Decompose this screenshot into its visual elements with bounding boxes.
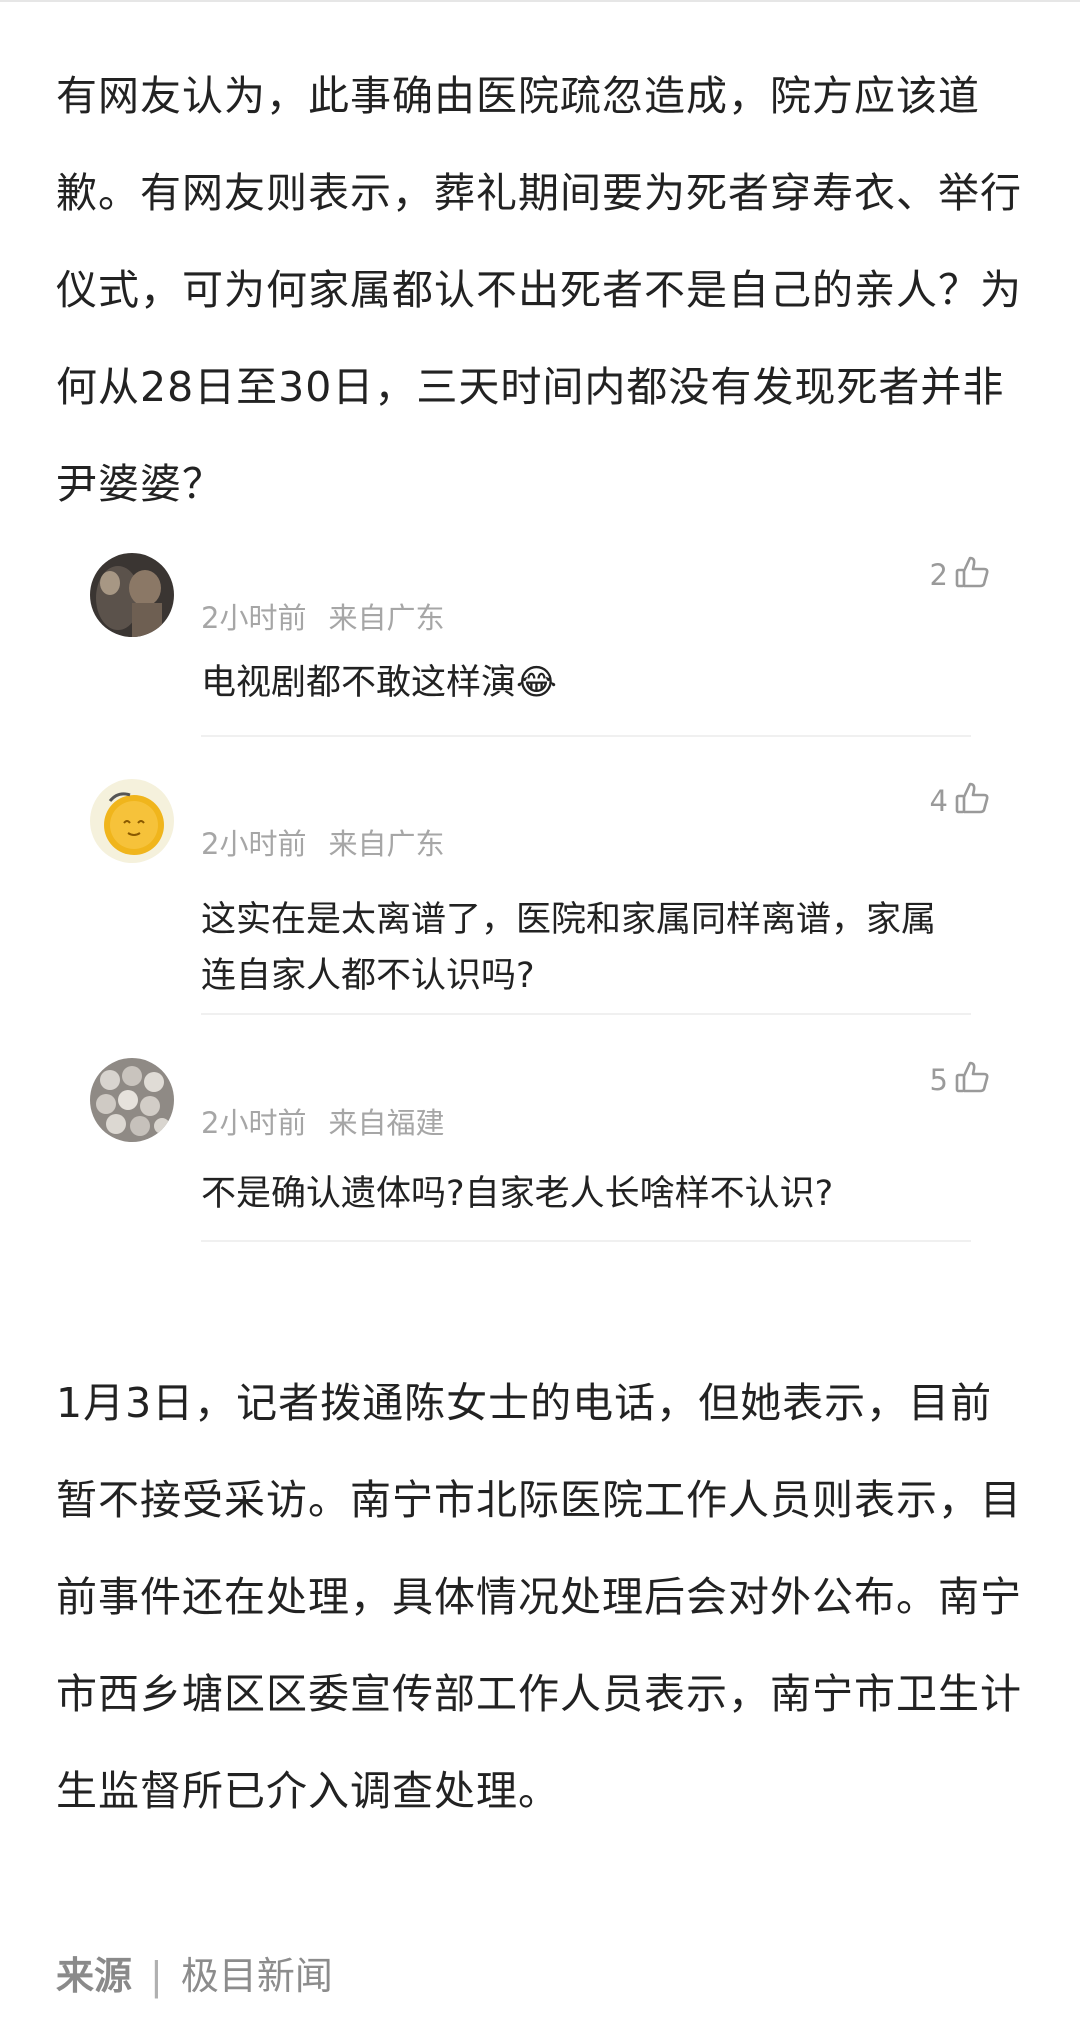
comment-text: 这实在是太离谱了，医院和家属同样离谱，家属连自家人都不认识吗? xyxy=(201,900,937,996)
comment-location: 来自广东 xyxy=(328,827,445,861)
comment-time: 2小时前 xyxy=(201,827,307,861)
comment-time: 2小时前 xyxy=(201,601,307,635)
comment-time: 2小时前 xyxy=(201,1106,307,1140)
source-value: 极目新闻 xyxy=(180,1954,333,1998)
like-button[interactable]: 2 xyxy=(930,553,990,597)
comment-divider xyxy=(201,735,971,737)
article-paragraph: 有网友认为，此事确由医院疏忽造成，院方应该道歉。有网友则表示，葬礼期间要为死者穿… xyxy=(56,72,1022,508)
comment-meta: 2小时前 来自广东 xyxy=(201,595,444,637)
article-source: 来源 | 极目新闻 xyxy=(56,1945,333,2000)
article-paragraph: 1月3日，记者拨通陈女士的电话，但她表示，目前暂不接受采访。南宁市北际医院工作人… xyxy=(56,1379,1022,1815)
comment-location: 来自广东 xyxy=(328,601,445,635)
like-button[interactable]: 4 xyxy=(930,779,990,823)
comment-text: 不是确认遗体吗?自家老人长啥样不认识? xyxy=(201,1174,834,1214)
commenter-avatar[interactable] xyxy=(90,1058,174,1142)
comment-divider xyxy=(201,1240,971,1242)
comment-text: 电视剧都不敢这样演😂 xyxy=(201,663,557,703)
thumbs-up-icon xyxy=(954,1059,990,1102)
comment-location: 来自福建 xyxy=(328,1106,445,1140)
top-border xyxy=(0,0,1080,2)
comment-meta: 2小时前 来自福建 xyxy=(201,1100,444,1142)
comment-divider xyxy=(201,1013,971,1015)
like-count: 4 xyxy=(929,784,948,818)
like-button[interactable]: 5 xyxy=(930,1058,990,1102)
comment-meta: 2小时前 来自广东 xyxy=(201,821,444,863)
like-count: 5 xyxy=(929,1063,948,1097)
thumbs-up-icon xyxy=(954,780,990,823)
source-separator: | xyxy=(150,1954,163,1998)
commenter-avatar[interactable] xyxy=(90,779,174,863)
thumbs-up-icon xyxy=(954,554,990,597)
like-count: 2 xyxy=(929,558,948,592)
source-label: 来源 xyxy=(56,1954,133,1998)
commenter-avatar[interactable] xyxy=(90,553,174,637)
